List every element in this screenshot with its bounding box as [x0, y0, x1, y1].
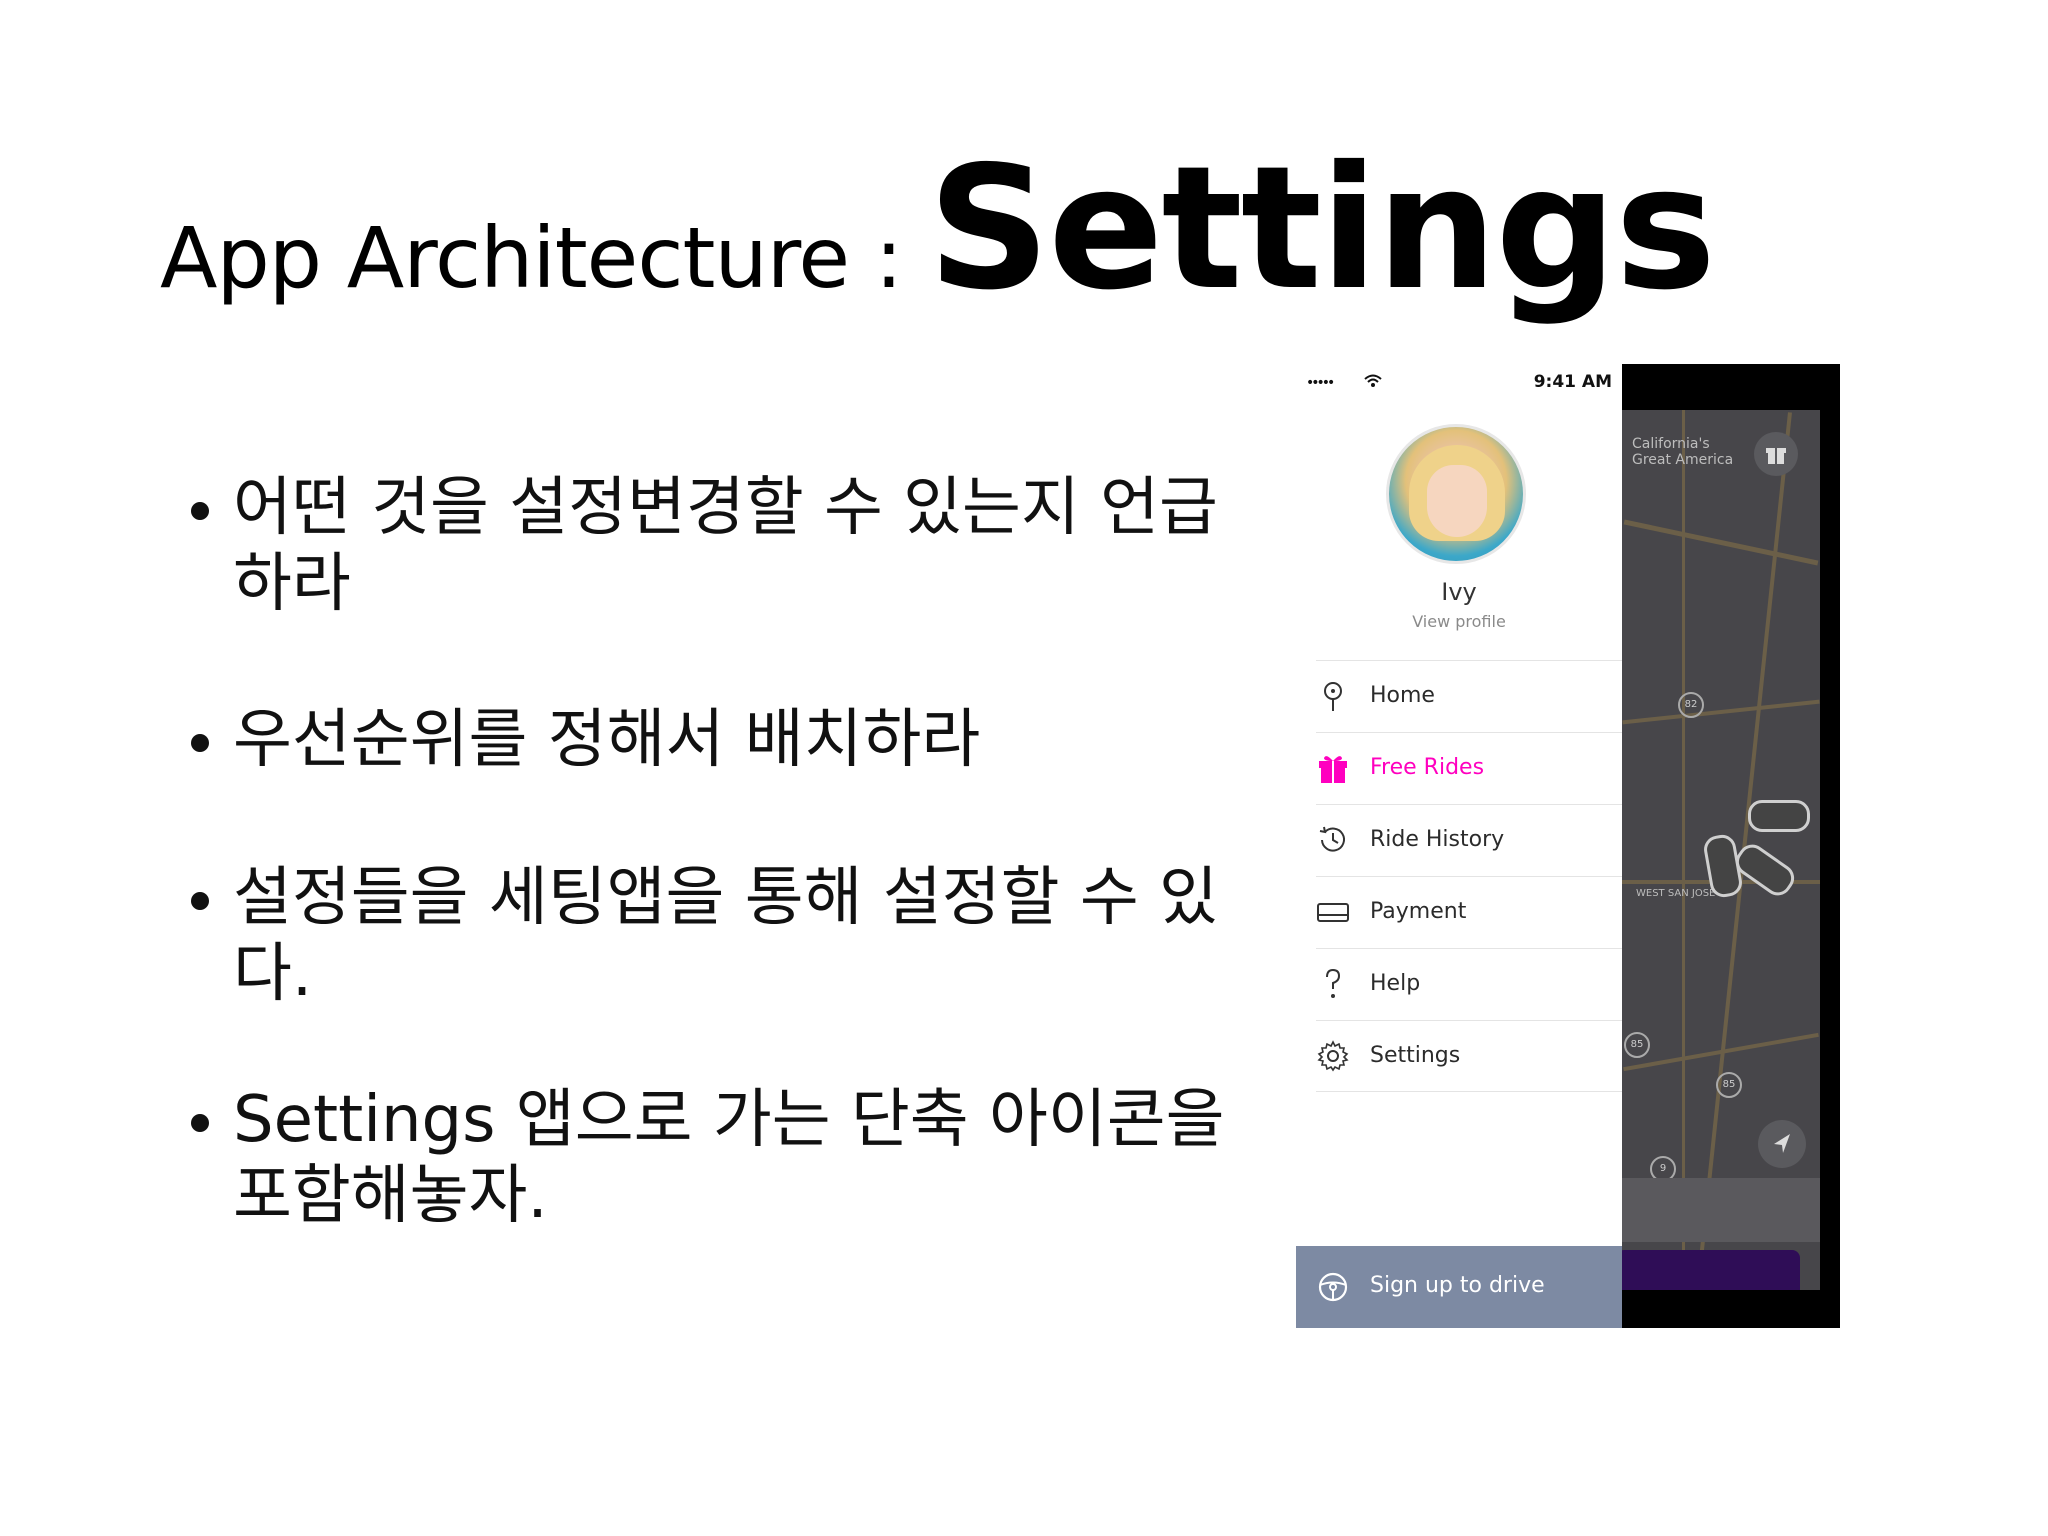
locate-me-button[interactable]: [1758, 1120, 1806, 1168]
title-prefix: App Architecture :: [160, 209, 928, 307]
menu-item-label: Ride History: [1370, 827, 1505, 852]
bullet-item: 어떤 것을 설정변경할 수 있는지 언급하라: [185, 470, 1255, 622]
side-drawer: ••••• 9:41 AM Ivy View profile Home Free…: [1296, 364, 1622, 1328]
steering-wheel-icon: [1318, 1272, 1348, 1302]
history-clock-icon: [1319, 826, 1345, 852]
menu-item-label: Free Rides: [1370, 755, 1485, 780]
map-label: Great America: [1632, 452, 1734, 468]
avatar[interactable]: [1386, 424, 1526, 564]
bullet-text: 설정들을 세팅앱을 통해 설정할 수 있다.: [233, 861, 1218, 1011]
map-road: [1623, 519, 1819, 566]
navigation-arrow-icon: [1774, 1134, 1790, 1153]
map-label: WEST SAN JOSE: [1636, 888, 1716, 899]
status-bar: ••••• 9:41 AM: [1306, 372, 1612, 396]
sign-up-to-drive-label: Sign up to drive: [1370, 1273, 1545, 1298]
menu-item-label: Settings: [1370, 1043, 1461, 1068]
profile-name: Ivy: [1441, 578, 1477, 606]
slide-title: App Architecture : Settings: [160, 130, 1716, 328]
bullet-item: 우선순위를 정해서 배치하라: [185, 702, 1255, 778]
bullet-item: 설정들을 세팅앱을 통해 설정할 수 있다.: [185, 860, 1255, 1012]
route-marker: 85: [1624, 1032, 1650, 1058]
map-gift-button[interactable]: [1754, 432, 1798, 476]
bullet-text: 우선순위를 정해서 배치하라: [233, 703, 981, 777]
map-road: [1622, 699, 1820, 725]
bullet-dot: [191, 892, 209, 910]
menu-item-free-rides[interactable]: Free Rides: [1316, 732, 1622, 804]
drawer-menu: Home Free Rides Ride History Payment Hel…: [1316, 660, 1622, 1092]
menu-item-label: Home: [1370, 683, 1435, 708]
bullet-text: 어떤 것을 설정변경할 수 있는지 언급하라: [233, 471, 1218, 621]
route-marker: 85: [1716, 1072, 1742, 1098]
bullet-dot: [191, 1114, 209, 1132]
sign-up-to-drive-button[interactable]: Sign up to drive: [1296, 1246, 1622, 1328]
menu-item-label: Payment: [1370, 899, 1467, 924]
signal-icon: •••••: [1306, 375, 1335, 391]
map-view[interactable]: California's Great America WEST SAN JOSE…: [1622, 410, 1820, 1290]
bullet-dot: [191, 734, 209, 752]
menu-item-help[interactable]: Help: [1316, 948, 1622, 1020]
gear-icon: [1317, 1040, 1349, 1072]
bullet-item: Settings 앱으로 가는 단축 아이콘을 포함해놓자.: [185, 1082, 1255, 1234]
menu-item-payment[interactable]: Payment: [1316, 876, 1622, 948]
phone-mockup: California's Great America WEST SAN JOSE…: [1296, 364, 1840, 1328]
help-question-icon: [1326, 968, 1341, 998]
slide: App Architecture : Settings 어떤 것을 설정변경할 …: [0, 0, 2048, 1536]
gift-icon: [1319, 756, 1347, 783]
request-ride-button[interactable]: [1622, 1250, 1800, 1290]
status-time: 9:41 AM: [1533, 372, 1612, 392]
wifi-icon: [1364, 374, 1382, 392]
bullet-dot: [191, 502, 209, 520]
car-marker: [1748, 800, 1810, 832]
route-marker: 82: [1678, 692, 1704, 718]
title-main: Settings: [927, 130, 1716, 328]
menu-item-label: Help: [1370, 971, 1421, 996]
map-label: California's: [1632, 436, 1710, 452]
bullet-text: Settings 앱으로 가는 단축 아이콘을 포함해놓자.: [233, 1083, 1225, 1233]
credit-card-icon: [1317, 903, 1349, 922]
menu-item-ride-history[interactable]: Ride History: [1316, 804, 1622, 876]
menu-item-home[interactable]: Home: [1316, 660, 1622, 732]
map-road: [1682, 410, 1685, 1290]
destination-field[interactable]: [1622, 1178, 1820, 1242]
location-pin-icon: [1324, 682, 1342, 711]
gift-icon: [1766, 448, 1786, 464]
view-profile-link[interactable]: View profile: [1296, 612, 1622, 631]
menu-item-settings[interactable]: Settings: [1316, 1020, 1622, 1092]
